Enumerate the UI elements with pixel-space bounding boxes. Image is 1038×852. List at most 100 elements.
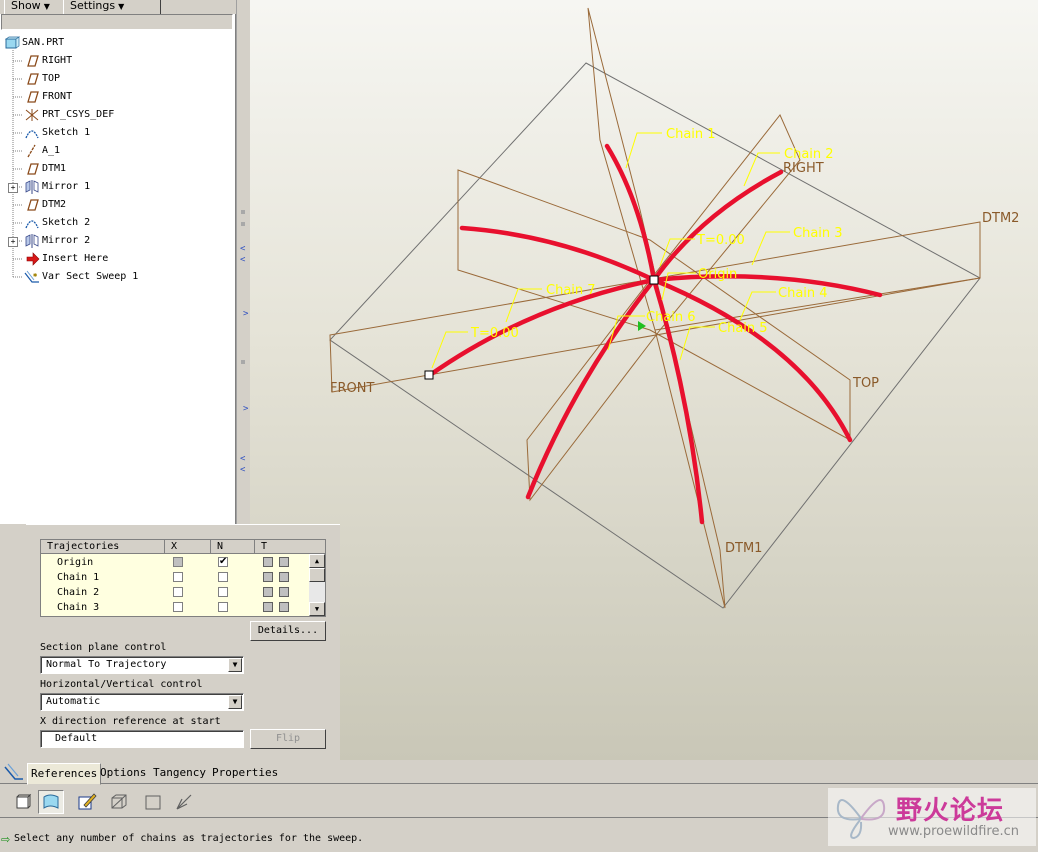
tree-item-a-1[interactable]: A_1 bbox=[24, 142, 60, 160]
trajectory-chain-2[interactable] bbox=[651, 169, 784, 283]
row-name: Chain 3 bbox=[57, 602, 100, 613]
graphics-viewport[interactable]: RIGHT TOP FRONT DTM1 DTM2 Chain 1 Chain … bbox=[250, 0, 1038, 760]
table-row[interactable]: Chain 3 bbox=[41, 600, 309, 615]
column-header-t[interactable]: T bbox=[255, 540, 325, 554]
tree-item-right[interactable]: RIGHT bbox=[24, 52, 72, 70]
thicken-icon[interactable] bbox=[140, 790, 166, 814]
settings-menu-button[interactable]: Settings ▼ bbox=[63, 0, 161, 15]
tree-item-label: RIGHT bbox=[42, 55, 73, 66]
model-tree-toolbar: Show ▼ Settings ▼ bbox=[0, 0, 236, 15]
tab-options[interactable]: Options bbox=[97, 763, 149, 783]
n-checkbox[interactable]: ✔ bbox=[218, 557, 228, 567]
chevron-down-icon[interactable]: ▼ bbox=[228, 695, 242, 709]
t-toggle[interactable] bbox=[263, 557, 273, 567]
chain-label-6[interactable]: Chain 6 bbox=[646, 310, 696, 325]
chain-label-5[interactable]: Chain 5 bbox=[718, 321, 768, 336]
dashboard-tabs: References Options Tangency Properties bbox=[0, 760, 1038, 785]
surface-icon[interactable] bbox=[38, 790, 64, 814]
expand-toggle-icon[interactable]: + bbox=[8, 237, 18, 247]
trajectory-chain-1[interactable] bbox=[604, 143, 657, 283]
expand-toggle-icon[interactable]: + bbox=[8, 183, 18, 193]
chain-label-2[interactable]: Chain 2 bbox=[784, 147, 834, 162]
sketch-edit-icon[interactable] bbox=[74, 790, 100, 814]
datum-plane-top[interactable] bbox=[457, 169, 851, 441]
direction-arrow-icon bbox=[638, 321, 646, 331]
t-toggle[interactable] bbox=[279, 572, 289, 582]
t-toggle[interactable] bbox=[279, 557, 289, 567]
chain-label-1[interactable]: Chain 1 bbox=[666, 127, 716, 142]
details-button[interactable]: Details... bbox=[250, 621, 326, 641]
chain-label-7[interactable]: Chain 7 bbox=[546, 283, 596, 298]
scroll-thumb[interactable] bbox=[309, 568, 325, 582]
x-checkbox[interactable] bbox=[173, 587, 183, 597]
tree-item-label: Insert Here bbox=[42, 253, 109, 264]
chain-label-3[interactable]: Chain 3 bbox=[793, 226, 843, 241]
tree-item-mirror-2[interactable]: Mirror 2 bbox=[24, 232, 90, 250]
tab-tangency[interactable]: Tangency bbox=[150, 763, 209, 783]
collapse-left-icon[interactable]: < bbox=[240, 245, 245, 254]
grip-dot bbox=[241, 222, 245, 226]
tab-references[interactable]: References bbox=[27, 763, 102, 785]
section-plane-select[interactable]: Normal To Trajectory ▼ bbox=[40, 656, 244, 674]
scroll-down-icon[interactable]: ▼ bbox=[309, 602, 325, 616]
tab-properties[interactable]: Properties bbox=[209, 763, 281, 783]
solid-icon[interactable] bbox=[10, 790, 36, 814]
table-row[interactable]: Chain 2 bbox=[41, 585, 309, 600]
tree-filter-field[interactable] bbox=[1, 14, 233, 30]
trajectory-origin[interactable] bbox=[459, 225, 657, 283]
t-value-label-center[interactable]: T=0.00 bbox=[696, 233, 745, 248]
chain-label-4[interactable]: Chain 4 bbox=[778, 286, 828, 301]
x-direction-field[interactable]: Default bbox=[40, 730, 244, 748]
tree-item-insert-here[interactable]: Insert Here bbox=[24, 250, 108, 268]
t-toggle[interactable] bbox=[263, 572, 273, 582]
scroll-up-icon[interactable]: ▲ bbox=[309, 554, 325, 568]
expand-right-icon[interactable]: > bbox=[243, 310, 248, 319]
table-scrollbar[interactable]: ▲ ▼ bbox=[309, 554, 325, 616]
column-header-trajectories[interactable]: Trajectories bbox=[41, 540, 165, 554]
tree-item-mirror-1[interactable]: Mirror 1 bbox=[24, 178, 90, 196]
remove-material-icon[interactable] bbox=[106, 790, 132, 814]
t-toggle[interactable] bbox=[279, 602, 289, 612]
sweep-icon: ✱ bbox=[24, 270, 39, 283]
datum-plane-front[interactable] bbox=[329, 221, 981, 393]
collapse-left-icon[interactable]: < bbox=[240, 455, 245, 464]
model-graphics[interactable]: RIGHT TOP FRONT DTM1 DTM2 Chain 1 Chain … bbox=[250, 0, 1038, 760]
x-checkbox[interactable] bbox=[173, 572, 183, 582]
table-row[interactable]: Chain 1 bbox=[41, 570, 309, 585]
constant-section-icon[interactable] bbox=[172, 790, 198, 814]
column-header-x[interactable]: X bbox=[165, 540, 211, 554]
section-plane-value: Normal To Trajectory bbox=[46, 659, 167, 670]
tree-item-dtm2[interactable]: DTM2 bbox=[24, 196, 66, 214]
n-checkbox[interactable] bbox=[218, 602, 228, 612]
tree-item-san-prt[interactable]: SAN.PRT bbox=[4, 34, 64, 52]
trajectories-table[interactable]: Trajectories X N T Origin ✔ Chain 1 Chai… bbox=[40, 539, 326, 617]
x-checkbox[interactable] bbox=[173, 602, 183, 612]
tree-item-top[interactable]: TOP bbox=[24, 70, 60, 88]
t-value-label-left[interactable]: T=0.00 bbox=[470, 326, 519, 341]
table-row[interactable]: Origin ✔ bbox=[41, 555, 309, 570]
tree-item-sketch-2[interactable]: Sketch 2 bbox=[24, 214, 90, 232]
t-toggle[interactable] bbox=[279, 587, 289, 597]
panel-splitter[interactable]: < < > > < < bbox=[236, 0, 250, 524]
n-checkbox[interactable] bbox=[218, 572, 228, 582]
t-toggle[interactable] bbox=[263, 587, 273, 597]
collapse-left-icon[interactable]: < bbox=[240, 466, 245, 475]
expand-right-icon[interactable]: > bbox=[243, 405, 248, 414]
tree-item-var-sect-sweep-1[interactable]: ✱ Var Sect Sweep 1 bbox=[24, 268, 138, 286]
datum-plane-icon bbox=[27, 199, 39, 211]
origin-label[interactable]: Origin bbox=[698, 267, 737, 282]
hv-control-select[interactable]: Automatic ▼ bbox=[40, 693, 244, 711]
mirror-icon bbox=[25, 180, 39, 194]
t-toggle[interactable] bbox=[263, 602, 273, 612]
tree-item-prt-csys-def[interactable]: PRT_CSYS_DEF bbox=[24, 106, 114, 124]
start-point-marker[interactable] bbox=[424, 370, 434, 380]
chevron-down-icon[interactable]: ▼ bbox=[228, 658, 242, 672]
tree-item-dtm1[interactable]: DTM1 bbox=[24, 160, 66, 178]
datum-plane-dtm1[interactable] bbox=[587, 7, 726, 609]
origin-start-marker[interactable] bbox=[649, 275, 659, 285]
tree-item-sketch-1[interactable]: Sketch 1 bbox=[24, 124, 90, 142]
collapse-left-icon[interactable]: < bbox=[240, 256, 245, 265]
n-checkbox[interactable] bbox=[218, 587, 228, 597]
tree-item-front[interactable]: FRONT bbox=[24, 88, 72, 106]
column-header-n[interactable]: N bbox=[211, 540, 255, 554]
